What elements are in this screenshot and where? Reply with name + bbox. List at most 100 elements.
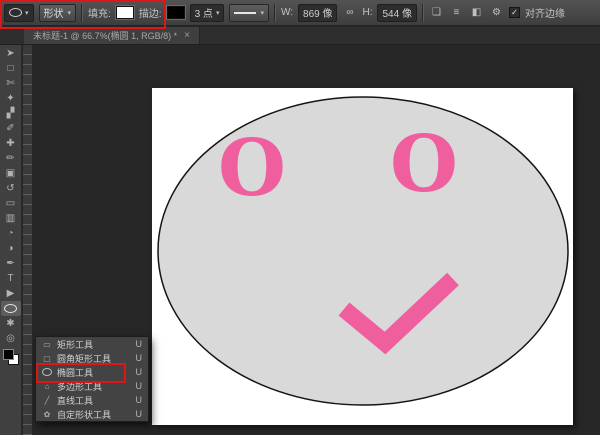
type-tool[interactable]: T	[1, 271, 21, 286]
left-eye-letter: O	[218, 123, 286, 214]
blur-tool[interactable]: ◔	[1, 226, 21, 241]
stroke-width-value: 3 点	[195, 5, 213, 20]
link-dimensions-icon[interactable]: ∞	[342, 5, 357, 20]
fill-color-swatch[interactable]	[116, 6, 134, 19]
chevron-down-icon: ▾	[25, 9, 29, 17]
menu-item-rectangle-tool[interactable]: ▭ 矩形工具 U	[36, 337, 148, 351]
height-label: H:	[362, 7, 372, 18]
zoom-tool[interactable]: ◎	[1, 331, 21, 346]
menu-item-label: 矩形工具	[57, 338, 131, 351]
healing-brush-tool[interactable]: ✚	[1, 136, 21, 151]
width-input[interactable]: 869 像	[298, 4, 337, 22]
tool-mode-dropdown[interactable]: 形状 ▾	[39, 4, 77, 22]
menu-item-label: 圆角矩形工具	[57, 352, 131, 365]
divider	[81, 4, 83, 22]
type-icon: T	[7, 273, 13, 284]
healing-brush-icon: ✚	[6, 138, 14, 149]
clone-stamp-tool[interactable]: ▣	[1, 166, 21, 181]
photoshop-window: ▾ 形状 ▾ 填充: 描边: 3 点 ▾ ▾ W: 869 像 ∞ H: 544…	[0, 0, 600, 435]
chevron-down-icon: ▾	[260, 9, 264, 17]
menu-item-shortcut: U	[136, 353, 143, 363]
height-input[interactable]: 544 像	[377, 4, 416, 22]
marquee-tool[interactable]: □	[1, 61, 21, 76]
document-tab[interactable]: 未标题-1 @ 66.7%(椭圆 1, RGB/8) * ×	[24, 27, 200, 44]
menu-item-polygon-tool[interactable]: ⌂ 多边形工具 U	[36, 379, 148, 393]
eraser-tool[interactable]: ▭	[1, 196, 21, 211]
quick-selection-icon: ✦	[6, 93, 14, 104]
menu-item-shortcut: U	[136, 339, 143, 349]
width-label: W:	[281, 7, 293, 18]
line-icon: ╱	[42, 396, 52, 405]
close-icon[interactable]: ×	[184, 30, 190, 41]
foreground-color-swatch[interactable]	[3, 349, 14, 360]
clone-stamp-icon: ▣	[6, 168, 15, 179]
rectangle-icon: ▭	[42, 340, 52, 349]
gear-icon[interactable]: ⚙	[489, 5, 504, 20]
chevron-down-icon: ▾	[216, 9, 220, 17]
gradient-icon: ▥	[6, 213, 15, 224]
path-arrange-icon[interactable]: ◧	[469, 5, 484, 20]
path-selection-tool[interactable]: ▶	[1, 286, 21, 301]
stroke-width-input[interactable]: 3 点 ▾	[190, 4, 225, 22]
menu-item-label: 自定形状工具	[57, 408, 131, 421]
ellipse-tool-icon	[9, 8, 22, 17]
dodge-tool[interactable]: ◑	[1, 241, 21, 256]
crop-tool[interactable]: ▞	[1, 106, 21, 121]
history-brush-tool[interactable]: ↺	[1, 181, 21, 196]
rounded-rectangle-icon: ▢	[42, 354, 52, 363]
divider	[274, 4, 276, 22]
menu-item-ellipse-tool[interactable]: 椭圆工具 U	[36, 365, 148, 379]
tab-bar: 未标题-1 @ 66.7%(椭圆 1, RGB/8) * ×	[0, 27, 600, 45]
path-operations-icon[interactable]: ❏	[429, 5, 444, 20]
fill-label: 填充:	[88, 5, 111, 20]
foreground-background-swatches[interactable]	[3, 349, 19, 365]
eyedropper-icon: ✐	[6, 123, 14, 134]
eraser-icon: ▭	[6, 198, 15, 209]
crop-icon: ▞	[7, 108, 15, 119]
menu-item-shortcut: U	[136, 409, 143, 419]
marquee-icon: □	[7, 63, 13, 74]
polygon-icon: ⌂	[42, 382, 52, 391]
quick-selection-tool[interactable]: ✦	[1, 91, 21, 106]
document-canvas[interactable]: O O	[152, 88, 573, 425]
menu-item-shortcut: U	[136, 367, 143, 377]
right-eye-letter: O	[390, 119, 458, 210]
menu-item-label: 椭圆工具	[57, 366, 131, 379]
stroke-color-swatch[interactable]	[167, 6, 185, 19]
move-tool[interactable]: ➤	[1, 46, 21, 61]
move-icon: ➤	[6, 48, 14, 59]
menu-item-rounded-rectangle-tool[interactable]: ▢ 圆角矩形工具 U	[36, 351, 148, 365]
menu-item-shortcut: U	[136, 381, 143, 391]
align-edges-checkbox[interactable]: ✓	[509, 7, 520, 18]
width-value: 869 像	[303, 5, 332, 20]
stroke-style-dropdown[interactable]: ▾	[229, 4, 269, 22]
menu-item-custom-shape-tool[interactable]: ✿ 自定形状工具 U	[36, 407, 148, 421]
gradient-tool[interactable]: ▥	[1, 211, 21, 226]
stroke-label: 描边:	[139, 5, 162, 20]
custom-shape-icon: ✿	[42, 410, 52, 419]
document-tab-title: 未标题-1 @ 66.7%(椭圆 1, RGB/8) *	[33, 29, 177, 42]
hand-tool[interactable]: ✱	[1, 316, 21, 331]
tool-mode-label: 形状	[44, 5, 64, 20]
brush-icon: ✏	[6, 153, 14, 164]
menu-item-label: 多边形工具	[57, 380, 131, 393]
height-value: 544 像	[382, 5, 411, 20]
lasso-tool[interactable]: ✄	[1, 76, 21, 91]
eyedropper-tool[interactable]: ✐	[1, 121, 21, 136]
shape-tool[interactable]	[1, 301, 21, 316]
zoom-icon: ◎	[6, 333, 15, 344]
pen-tool[interactable]: ✒	[1, 256, 21, 271]
stroke-style-preview	[234, 12, 256, 14]
align-edges-label: 对齐边缘	[525, 5, 565, 20]
lasso-icon: ✄	[6, 78, 14, 89]
path-alignment-icon[interactable]: ≡	[449, 5, 464, 20]
pen-icon: ✒	[6, 258, 14, 269]
tool-preset-picker[interactable]: ▾	[4, 4, 34, 22]
tools-panel: ➤ □ ✄ ✦ ▞ ✐ ✚ ✏ ▣ ↺ ▭ ▥ ◔ ◑ ✒ T ▶ ✱ ◎	[0, 45, 22, 435]
vertical-ruler	[23, 45, 33, 435]
brush-tool[interactable]: ✏	[1, 151, 21, 166]
menu-item-line-tool[interactable]: ╱ 直线工具 U	[36, 393, 148, 407]
menu-item-shortcut: U	[136, 395, 143, 405]
history-brush-icon: ↺	[6, 183, 14, 194]
chevron-down-icon: ▾	[68, 9, 72, 17]
